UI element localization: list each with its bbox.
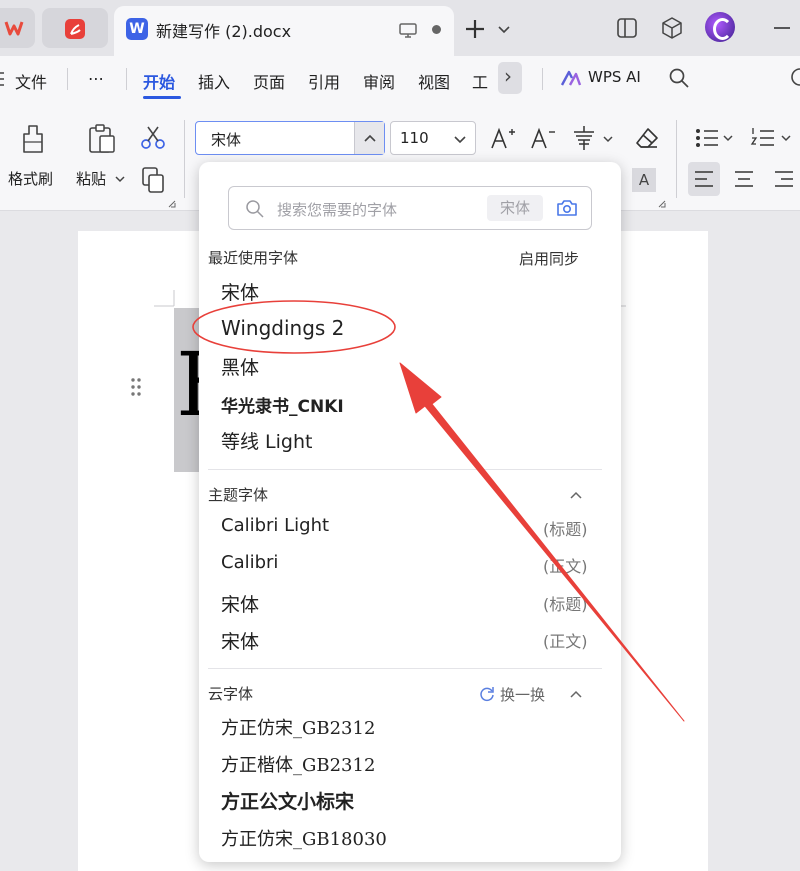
refresh-icon[interactable] [478, 685, 496, 703]
font-option-songti-heading[interactable]: 宋体 [221, 590, 259, 617]
tab-home[interactable]: 开始 [143, 69, 175, 93]
ribbon-divider [676, 120, 677, 198]
font-size-value: 110 [400, 129, 429, 147]
decrease-font-size-icon[interactable] [530, 126, 556, 150]
active-tab-underline [143, 96, 181, 99]
writer-logo-icon: W [126, 18, 148, 40]
font-name-collapse-button[interactable] [354, 122, 384, 154]
font-option-fangzheng-fangsong-18030[interactable]: 方正仿宋_GB18030 [221, 825, 387, 851]
wps-ai-button[interactable]: WPS AI [588, 68, 641, 86]
copy-icon[interactable] [140, 166, 166, 194]
eraser-clear-format-icon[interactable] [634, 126, 660, 150]
tab-insert[interactable]: 插入 [198, 69, 230, 93]
font-option-dengxian-light[interactable]: 等线 Light [221, 427, 312, 454]
font-option-huaguang-lishu[interactable]: 华光隶书_CNKI [221, 392, 344, 417]
wps-ai-logo-icon [560, 70, 582, 86]
menu-more-dots[interactable]: ⋯ [88, 69, 104, 88]
font-option-wingdings2[interactable]: Wingdings 2 [221, 316, 344, 340]
format-painter-icon[interactable] [18, 122, 48, 156]
align-left-button[interactable] [688, 162, 720, 196]
settings-partial-icon[interactable] [788, 66, 800, 88]
font-role-tag: (标题) [543, 595, 588, 614]
menu-divider [67, 68, 68, 90]
paste-clipboard-icon[interactable] [86, 122, 118, 156]
character-shading-icon[interactable]: A [632, 168, 656, 192]
wps-app-tab[interactable] [0, 8, 35, 48]
font-role-tag: (正文) [543, 557, 588, 576]
search-icon [246, 200, 264, 218]
numbered-list-icon[interactable] [750, 126, 794, 150]
drag-handle-icon[interactable] [130, 376, 142, 398]
tab-review[interactable]: 审阅 [363, 69, 395, 93]
chevron-down-icon[interactable] [497, 22, 511, 36]
chevron-right-icon: › [504, 64, 512, 88]
bullet-list-icon[interactable] [694, 126, 734, 150]
paste-dropdown-chevron-icon[interactable] [114, 174, 126, 184]
font-role-tag: (正文) [543, 632, 588, 651]
font-option-fangzheng-gongwen[interactable]: 方正公文小标宋 [221, 787, 354, 814]
document-tab-title: 新建写作 (2).docx [156, 22, 292, 41]
chevron-down-icon[interactable] [602, 134, 614, 144]
collapse-chevron-up-icon[interactable] [569, 490, 583, 500]
refresh-cloud-fonts-button[interactable]: 换一换 [500, 684, 545, 705]
unsaved-dot-icon [432, 25, 441, 34]
align-center-icon[interactable] [734, 170, 754, 188]
font-search-input[interactable]: 搜索您需要的字体 宋体 [228, 186, 592, 230]
chevron-down-icon [454, 136, 466, 144]
font-option-heiti[interactable]: 黑体 [221, 353, 259, 380]
font-dialog-launcher-icon[interactable] [658, 200, 666, 208]
recent-fonts-heading: 最近使用字体 [208, 249, 299, 267]
current-font-tag: 宋体 [487, 195, 543, 221]
font-name-value: 宋体 [211, 131, 242, 149]
font-option-calibri[interactable]: Calibri [221, 552, 278, 573]
title-bar: W 新建写作 (2).docx [0, 0, 800, 56]
user-avatar[interactable] [705, 12, 735, 42]
font-option-songti[interactable]: 宋体 [221, 278, 259, 305]
align-right-icon[interactable] [774, 170, 794, 188]
font-option-fangzheng-kaiti[interactable]: 方正楷体_GB2312 [221, 751, 375, 777]
scissors-cut-icon[interactable] [140, 124, 166, 152]
theme-fonts-heading: 主题字体 [208, 486, 269, 504]
font-search-placeholder: 搜索您需要的字体 [277, 201, 398, 219]
new-tab-plus-icon[interactable] [464, 18, 486, 40]
clipboard-dialog-launcher-icon[interactable] [168, 200, 176, 208]
font-role-tag: (标题) [543, 520, 588, 539]
font-option-fangzheng-fangsong[interactable]: 方正仿宋_GB2312 [221, 714, 375, 740]
section-divider [208, 469, 602, 470]
hamburger-menu-icon[interactable] [0, 69, 6, 89]
pdf-logo-icon [65, 19, 85, 39]
ribbon-divider [184, 120, 185, 198]
document-tab[interactable]: W 新建写作 (2).docx [114, 6, 454, 56]
enable-sync-link[interactable]: 启用同步 [519, 248, 579, 269]
menu-scroll-button[interactable]: › [498, 62, 522, 94]
section-divider [208, 668, 602, 669]
sidebar-layout-icon[interactable] [615, 16, 639, 40]
align-left-icon [695, 171, 713, 187]
format-painter-label[interactable]: 格式刷 [8, 168, 53, 189]
cube-icon[interactable] [660, 16, 684, 40]
tab-references[interactable]: 引用 [308, 69, 340, 93]
font-option-calibri-light[interactable]: Calibri Light [221, 515, 329, 536]
camera-font-recognition-icon[interactable] [555, 198, 579, 218]
font-size-combobox[interactable]: 110 [390, 121, 476, 155]
paste-label[interactable]: 粘贴 [76, 168, 106, 189]
tab-view[interactable]: 视图 [418, 69, 450, 93]
cloud-fonts-heading: 云字体 [208, 685, 254, 703]
tab-page[interactable]: 页面 [253, 69, 285, 93]
menu-file[interactable]: 文件 [15, 69, 47, 93]
wps-logo-icon [4, 21, 24, 36]
menu-divider [126, 68, 127, 90]
increase-font-size-icon[interactable] [490, 126, 516, 150]
phonetic-guide-icon[interactable] [570, 124, 600, 152]
collapse-chevron-up-icon[interactable] [569, 689, 583, 699]
pdf-app-tab[interactable] [42, 8, 108, 48]
menu-divider [542, 68, 543, 90]
monitor-icon[interactable] [398, 20, 418, 40]
font-option-songti-body[interactable]: 宋体 [221, 627, 259, 654]
minimize-icon[interactable] [772, 26, 792, 30]
search-icon[interactable] [668, 67, 690, 89]
tab-tools-truncated[interactable]: 工 [472, 69, 488, 93]
chevron-up-icon [364, 134, 376, 142]
font-name-combobox[interactable]: 宋体 [195, 121, 385, 155]
